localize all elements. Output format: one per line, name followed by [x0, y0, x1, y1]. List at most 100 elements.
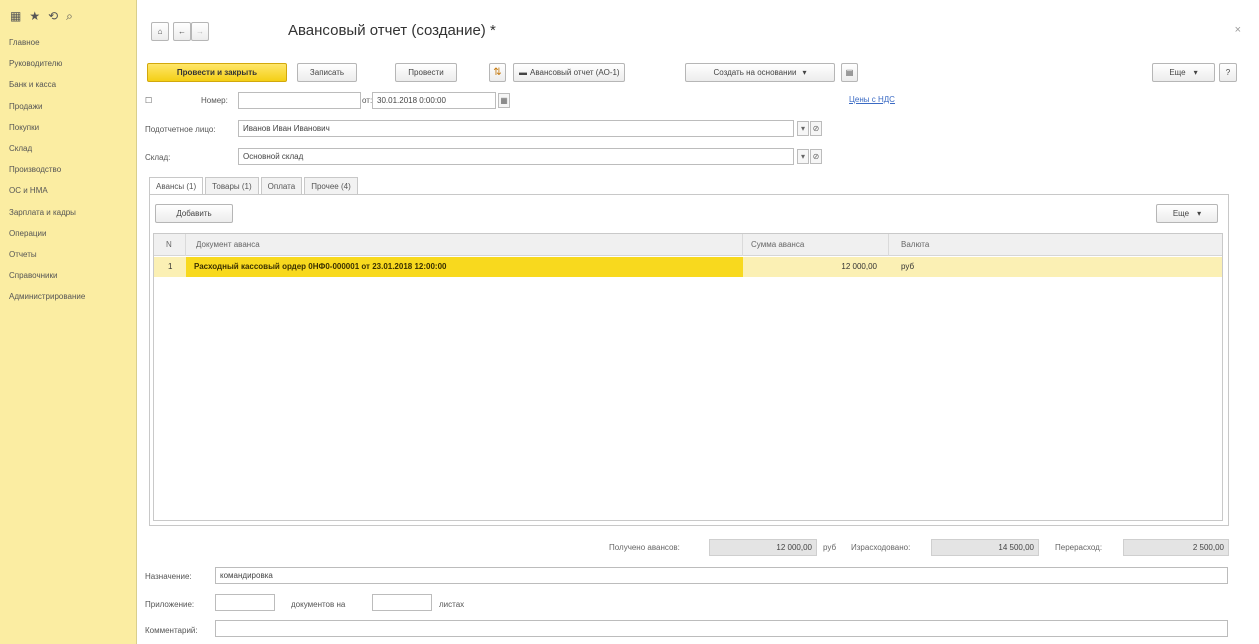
row-currency[interactable]: руб — [889, 257, 989, 277]
checkbox-icon[interactable]: ☐ — [145, 96, 152, 105]
chevron-down-icon: ▾ — [1193, 68, 1198, 77]
chevron-down-icon: ▾ — [1197, 209, 1202, 218]
tab-goods[interactable]: Товары (1) — [205, 177, 259, 195]
sidebar-item-assets[interactable]: ОС и НМА — [0, 180, 136, 201]
docs-on-label: документов на — [291, 600, 346, 609]
print-button-label: Авансовый отчет (АО-1) — [530, 68, 620, 77]
overspent-value: 2 500,00 — [1123, 539, 1229, 556]
column-header-document[interactable]: Документ аванса — [186, 234, 743, 256]
date-input[interactable]: 30.01.2018 0:00:00 — [372, 92, 496, 109]
person-open-button[interactable]: ⊘ — [810, 121, 822, 136]
post-button[interactable]: Провести — [395, 63, 457, 82]
date-label: от: — [362, 96, 373, 105]
table-header: N Документ аванса Сумма аванса Валюта — [154, 234, 1222, 256]
history-icon[interactable]: ⟲ — [48, 9, 58, 23]
help-button[interactable]: ? — [1219, 63, 1237, 82]
sidebar-item-references[interactable]: Справочники — [0, 265, 136, 286]
close-icon[interactable]: × — [1235, 24, 1241, 36]
table-row[interactable]: 1 Расходный кассовый ордер 0НФ0-000001 о… — [154, 257, 1222, 277]
home-button[interactable]: ⌂ — [151, 22, 169, 41]
save-button[interactable]: Записать — [297, 63, 357, 82]
grid-icon[interactable]: ▦ — [10, 9, 21, 23]
arrow-left-icon: ← — [178, 27, 186, 36]
chevron-down-icon: ▾ — [802, 68, 807, 77]
search-icon[interactable]: ⌕ — [66, 9, 73, 24]
column-header-amount[interactable]: Сумма аванса — [743, 234, 889, 256]
home-icon: ⌂ — [157, 27, 163, 36]
column-header-currency[interactable]: Валюта — [889, 234, 1224, 256]
star-icon[interactable]: ★ — [29, 9, 40, 23]
calendar-button[interactable]: ▦ — [498, 93, 510, 108]
warehouse-open-button[interactable]: ⊘ — [810, 149, 822, 164]
tab-other[interactable]: Прочее (4) — [304, 177, 358, 195]
overspent-label: Перерасход: — [1055, 543, 1103, 552]
chevron-down-icon: ▾ — [800, 152, 805, 161]
more-button[interactable]: Еще ▾ — [1152, 63, 1215, 82]
comment-input[interactable] — [215, 620, 1228, 637]
row-document[interactable]: Расходный кассовый ордер 0НФ0-000001 от … — [186, 257, 743, 277]
number-label: Номер: — [201, 96, 228, 105]
column-header-n[interactable]: N — [154, 234, 186, 256]
spent-value: 14 500,00 — [931, 539, 1039, 556]
sidebar-item-reports[interactable]: Отчеты — [0, 244, 136, 265]
back-button[interactable]: ← — [173, 22, 191, 41]
printer-icon: ▬ — [519, 68, 527, 77]
page-title: Авансовый отчет (создание) * — [288, 22, 496, 39]
post-and-close-button[interactable]: Провести и закрыть — [147, 63, 287, 82]
forward-button[interactable]: → — [191, 22, 209, 41]
person-dropdown-button[interactable]: ▾ — [797, 121, 809, 136]
table-more-button[interactable]: Еще ▾ — [1156, 204, 1218, 223]
create-based-on-label: Создать на основании — [713, 68, 797, 77]
arrow-right-icon: → — [196, 27, 204, 36]
number-input[interactable] — [238, 92, 361, 109]
sidebar-item-admin[interactable]: Администрирование — [0, 286, 136, 307]
calendar-icon: ▦ — [500, 96, 508, 105]
sidebar-toolbar: ▦ ★ ⟲ ⌕ — [0, 0, 136, 32]
sheets-label: листах — [439, 600, 465, 609]
link-icon: ⊘ — [812, 124, 820, 133]
warehouse-label: Склад: — [145, 153, 171, 162]
person-input[interactable]: Иванов Иван Иванович — [238, 120, 794, 137]
warehouse-dropdown-button[interactable]: ▾ — [797, 149, 809, 164]
sidebar-item-main[interactable]: Главное — [0, 32, 136, 53]
person-label: Подотчетное лицо: — [145, 125, 216, 134]
tab-payment[interactable]: Оплата — [260, 177, 303, 195]
warehouse-input[interactable]: Основной склад — [238, 148, 794, 165]
purpose-input[interactable]: командировка — [215, 567, 1228, 584]
print-button[interactable]: ▬ Авансовый отчет (АО-1) — [513, 63, 625, 82]
document-icon: ▤ — [845, 68, 854, 77]
received-currency: руб — [823, 543, 837, 552]
received-value: 12 000,00 — [709, 539, 817, 556]
sidebar-item-sales[interactable]: Продажи — [0, 96, 136, 117]
sidebar-item-warehouse[interactable]: Склад — [0, 138, 136, 159]
advances-table: N Документ аванса Сумма аванса Валюта 1 … — [153, 233, 1223, 521]
attachment-docs-input[interactable] — [215, 594, 275, 611]
row-amount[interactable]: 12 000,00 — [743, 257, 877, 277]
sidebar-item-operations[interactable]: Операции — [0, 223, 136, 244]
add-button[interactable]: Добавить — [155, 204, 233, 223]
row-number: 1 — [168, 262, 173, 271]
attachment-label: Приложение: — [145, 600, 195, 609]
sidebar: ▦ ★ ⟲ ⌕ Главное Руководителю Банк и касс… — [0, 0, 137, 644]
create-based-on-button[interactable]: Создать на основании ▾ — [685, 63, 835, 82]
document-form: ⌂ ← → Авансовый отчет (создание) * × Про… — [137, 0, 1259, 644]
more-button-label: Еще — [1169, 68, 1186, 77]
prices-with-vat-link[interactable]: Цены с НДС — [849, 95, 895, 104]
spent-label: Израсходовано: — [851, 543, 911, 552]
link-icon: ⊘ — [812, 152, 820, 161]
received-label: Получено авансов: — [609, 543, 680, 552]
attachment-sheets-input[interactable] — [372, 594, 432, 611]
sidebar-item-production[interactable]: Производство — [0, 159, 136, 180]
chevron-down-icon: ▾ — [800, 124, 805, 133]
journal-button[interactable]: ⇅ — [489, 63, 506, 82]
report-button[interactable]: ▤ — [841, 63, 858, 82]
sidebar-item-manager[interactable]: Руководителю — [0, 53, 136, 74]
sidebar-item-salary[interactable]: Зарплата и кадры — [0, 202, 136, 223]
sidebar-item-purchases[interactable]: Покупки — [0, 117, 136, 138]
journal-icon: ⇅ — [493, 67, 502, 78]
purpose-label: Назначение: — [145, 572, 192, 581]
tab-bar: Авансы (1) Товары (1) Оплата Прочее (4) — [149, 177, 360, 196]
sidebar-item-bank[interactable]: Банк и касса — [0, 74, 136, 95]
comment-label: Комментарий: — [145, 626, 198, 635]
table-more-label: Еще — [1172, 209, 1190, 218]
